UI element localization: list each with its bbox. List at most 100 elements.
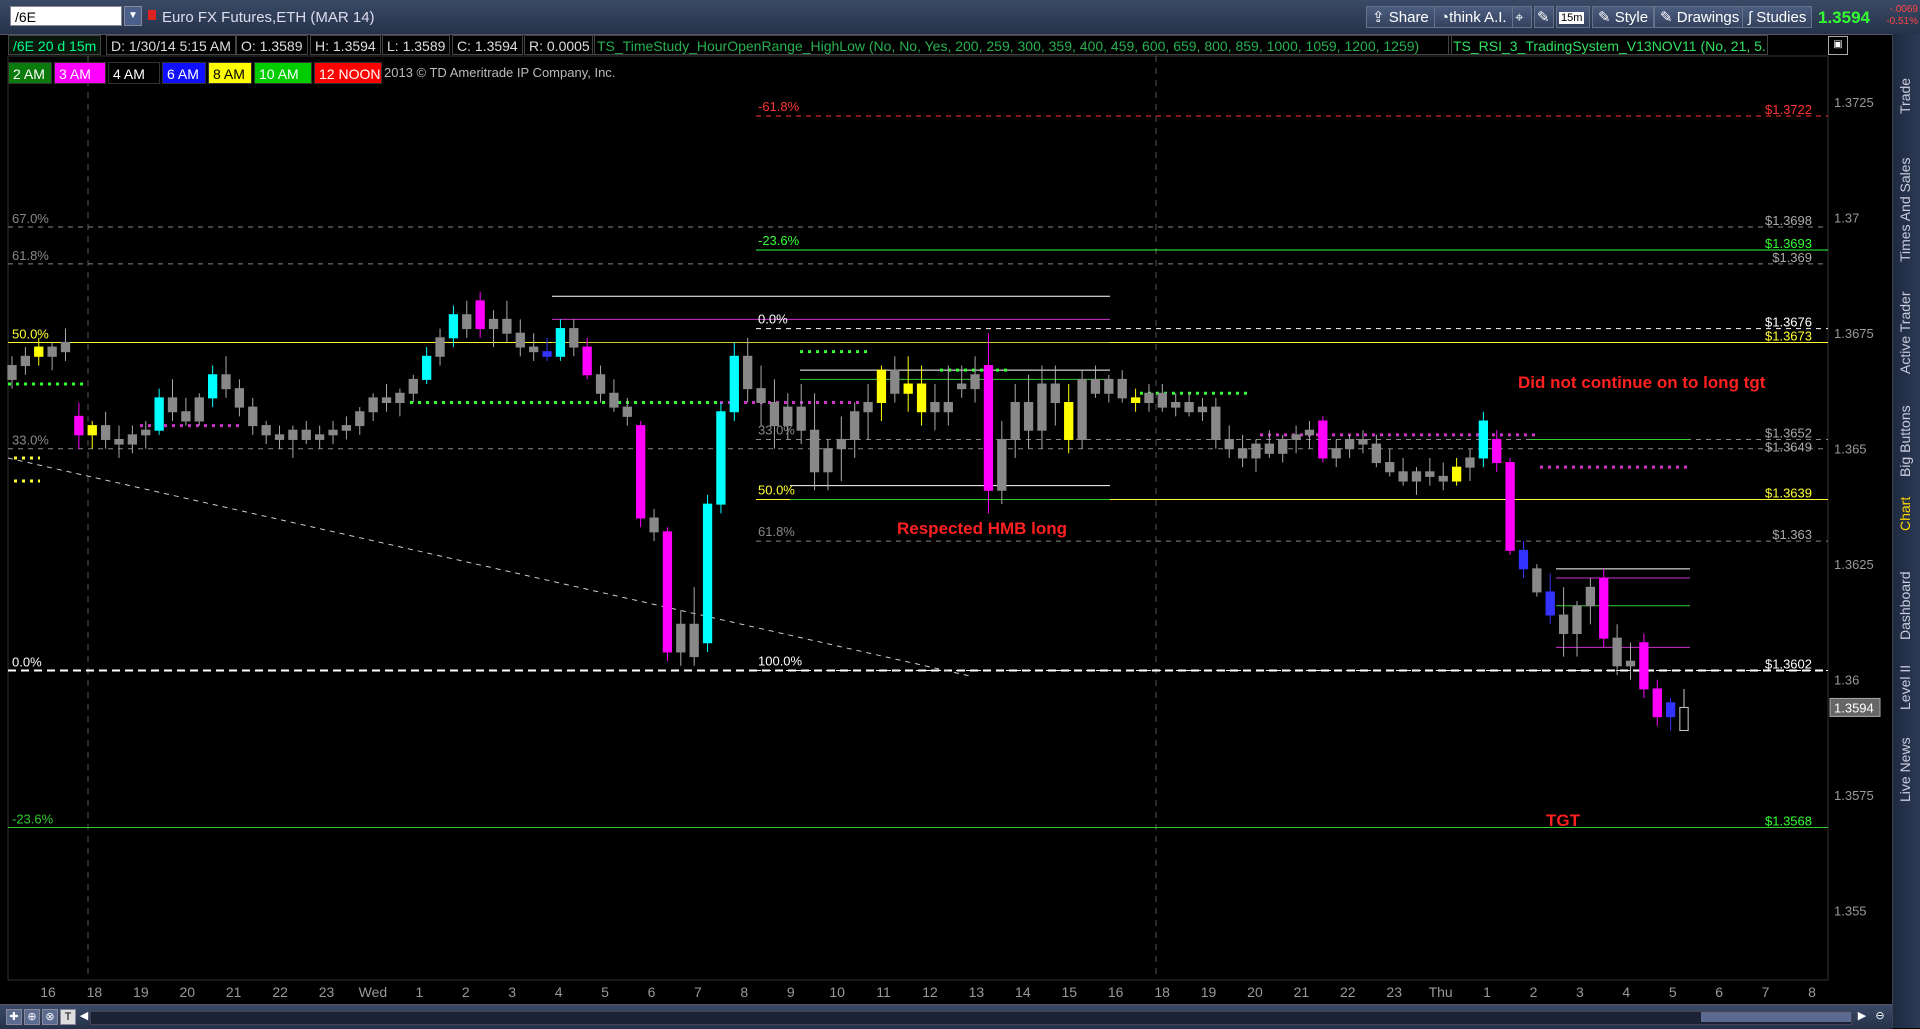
candle-body: [1251, 443, 1261, 459]
y-tick-label: 1.37: [1834, 211, 1859, 226]
tab-chart[interactable]: Chart: [1893, 489, 1920, 539]
candle-body: [462, 314, 472, 330]
share-button[interactable]: ⇪ Share: [1366, 6, 1435, 28]
x-tick-label: 15: [1061, 984, 1077, 1000]
fib-left-label: 0.0%: [12, 654, 42, 669]
drawings-button[interactable]: ✎ Drawings: [1654, 6, 1746, 28]
study-label-timestudy[interactable]: TS_TimeStudy_HourOpenRange_HighLow (No, …: [592, 35, 1452, 55]
tab-active-trader[interactable]: Active Trader: [1893, 274, 1920, 374]
x-tick-label: 6: [648, 984, 656, 1000]
tab-big-buttons[interactable]: Big Buttons: [1893, 389, 1920, 479]
right-sidebar: Trade Times And Sales Active Trader Big …: [1892, 34, 1920, 1028]
candle-body: [1639, 642, 1649, 690]
candles[interactable]: [7, 291, 1689, 732]
x-tick-label: 20: [1247, 984, 1263, 1000]
candle-body: [488, 318, 499, 330]
interval-button[interactable]: 15m: [1556, 6, 1590, 28]
x-tick-label: 5: [1669, 984, 1677, 1000]
text-tool-icon[interactable]: T: [60, 1009, 76, 1025]
candle-body: [1130, 397, 1141, 404]
style-button[interactable]: ✎ Style: [1592, 6, 1655, 28]
y-tick-label: 1.3725: [1834, 95, 1874, 110]
candle-body: [676, 623, 686, 653]
share-icon: ⇪: [1372, 9, 1389, 26]
candle-body: [716, 411, 726, 505]
tab-news-label: Live News: [1897, 737, 1913, 802]
x-tick-label: 5: [601, 984, 609, 1000]
tab-live-news[interactable]: Live News: [1893, 724, 1920, 804]
pan-icon[interactable]: ⊗: [42, 1009, 58, 1025]
fib-mid-label: -23.6%: [758, 233, 800, 248]
time-box-4am: 4 AM: [108, 62, 160, 84]
candle-body: [622, 406, 632, 417]
candle-body: [74, 415, 84, 436]
chevron-down-icon[interactable]: ▼: [124, 6, 142, 26]
bar-low: L: 1.3589: [382, 35, 451, 55]
study-lines: [7, 115, 1828, 829]
candle-body: [823, 448, 833, 473]
candle-body: [943, 402, 953, 413]
chart-annotation: Respected HMB long: [897, 519, 1067, 538]
candle-body: [1171, 402, 1181, 408]
x-tick-label: 1: [1483, 984, 1491, 1000]
x-tick-label: 4: [555, 984, 563, 1000]
candle-body: [1050, 383, 1060, 403]
tab-times-and-sales[interactable]: Times And Sales: [1893, 144, 1920, 264]
study-label-rsi[interactable]: TS_RSI_3_TradingSystem_V13NOV11 (No, 21,…: [1448, 35, 1768, 55]
price-change: -.0069 -0.51%: [1880, 4, 1918, 28]
studies-button[interactable]: ∫ Studies: [1742, 6, 1813, 28]
x-tick-label: 7: [1762, 984, 1770, 1000]
x-tick-label: 14: [1015, 984, 1031, 1000]
cursor-icon[interactable]: ✚: [6, 1009, 22, 1025]
candle-body: [1117, 378, 1127, 399]
candle-body: [1157, 392, 1167, 408]
tab-trade[interactable]: Trade: [1893, 54, 1920, 124]
price-chart[interactable]: 67.0%61.8%50.0%33.0%0.0%-23.6%-61.8%-23.…: [0, 0, 1892, 1004]
fib-mid-label: 50.0%: [758, 483, 795, 498]
candle-body: [916, 383, 927, 413]
candle-body: [341, 425, 352, 431]
x-tick-label: 23: [319, 984, 335, 1000]
crosshair-tool-button[interactable]: ⌖: [1512, 6, 1532, 28]
time-scrollbar[interactable]: [90, 1011, 1852, 1025]
tab-level-ii[interactable]: Level II: [1893, 654, 1920, 714]
expand-icon[interactable]: ▣: [1828, 36, 1848, 55]
candle-body: [1558, 614, 1569, 635]
price-level-label: $1.3639: [1765, 486, 1812, 501]
scroll-right-icon[interactable]: ▶: [1854, 1009, 1870, 1025]
price-level-label: $1.3673: [1765, 328, 1812, 343]
x-tick-label: 19: [133, 984, 149, 1000]
x-tick-label: 12: [922, 984, 938, 1000]
x-tick-label: 2: [1530, 984, 1538, 1000]
candle-body: [555, 328, 566, 357]
candle-body: [1612, 637, 1622, 667]
candle-body: [689, 623, 699, 658]
x-tick-label: 7: [694, 984, 702, 1000]
bottom-toolbar: ✚ ⊕ ⊗ T ◀ ▶ ⊖: [0, 1004, 1892, 1029]
scrollbar-thumb[interactable]: [1701, 1012, 1851, 1022]
candle-body: [1451, 466, 1462, 482]
think-ai-button[interactable]: ◔think A.I.: [1434, 6, 1513, 28]
period-label[interactable]: /6E 20 d 15m: [8, 35, 102, 55]
y-tick-label: 1.3675: [1834, 326, 1874, 341]
candle-body: [1184, 402, 1194, 413]
bar-date: D: 1/30/14 5:15 AM: [106, 35, 236, 55]
symbol-input[interactable]: /6E: [10, 6, 122, 26]
candle-body: [863, 402, 873, 413]
wrench-button[interactable]: ✎: [1534, 6, 1554, 28]
instrument-title: Euro FX Futures,ETH (MAR 14): [162, 9, 375, 26]
candle-body: [1465, 457, 1475, 468]
tab-dashboard[interactable]: Dashboard: [1893, 554, 1920, 644]
zoom-icon[interactable]: ⊕: [24, 1009, 40, 1025]
bar-high: H: 1.3594: [310, 35, 381, 55]
x-tick-label: 18: [1154, 984, 1170, 1000]
candle-body: [475, 300, 485, 330]
time-box-12noon: 12 NOON: [314, 62, 382, 84]
candle-body: [1010, 402, 1020, 440]
candle-body: [141, 429, 151, 436]
x-tick-label: Wed: [359, 984, 388, 1000]
candle-body: [997, 438, 1007, 491]
price-level-label: $1.3722: [1765, 102, 1812, 117]
candle-body: [194, 397, 204, 422]
zoom-out-icon[interactable]: ⊖: [1872, 1009, 1888, 1025]
